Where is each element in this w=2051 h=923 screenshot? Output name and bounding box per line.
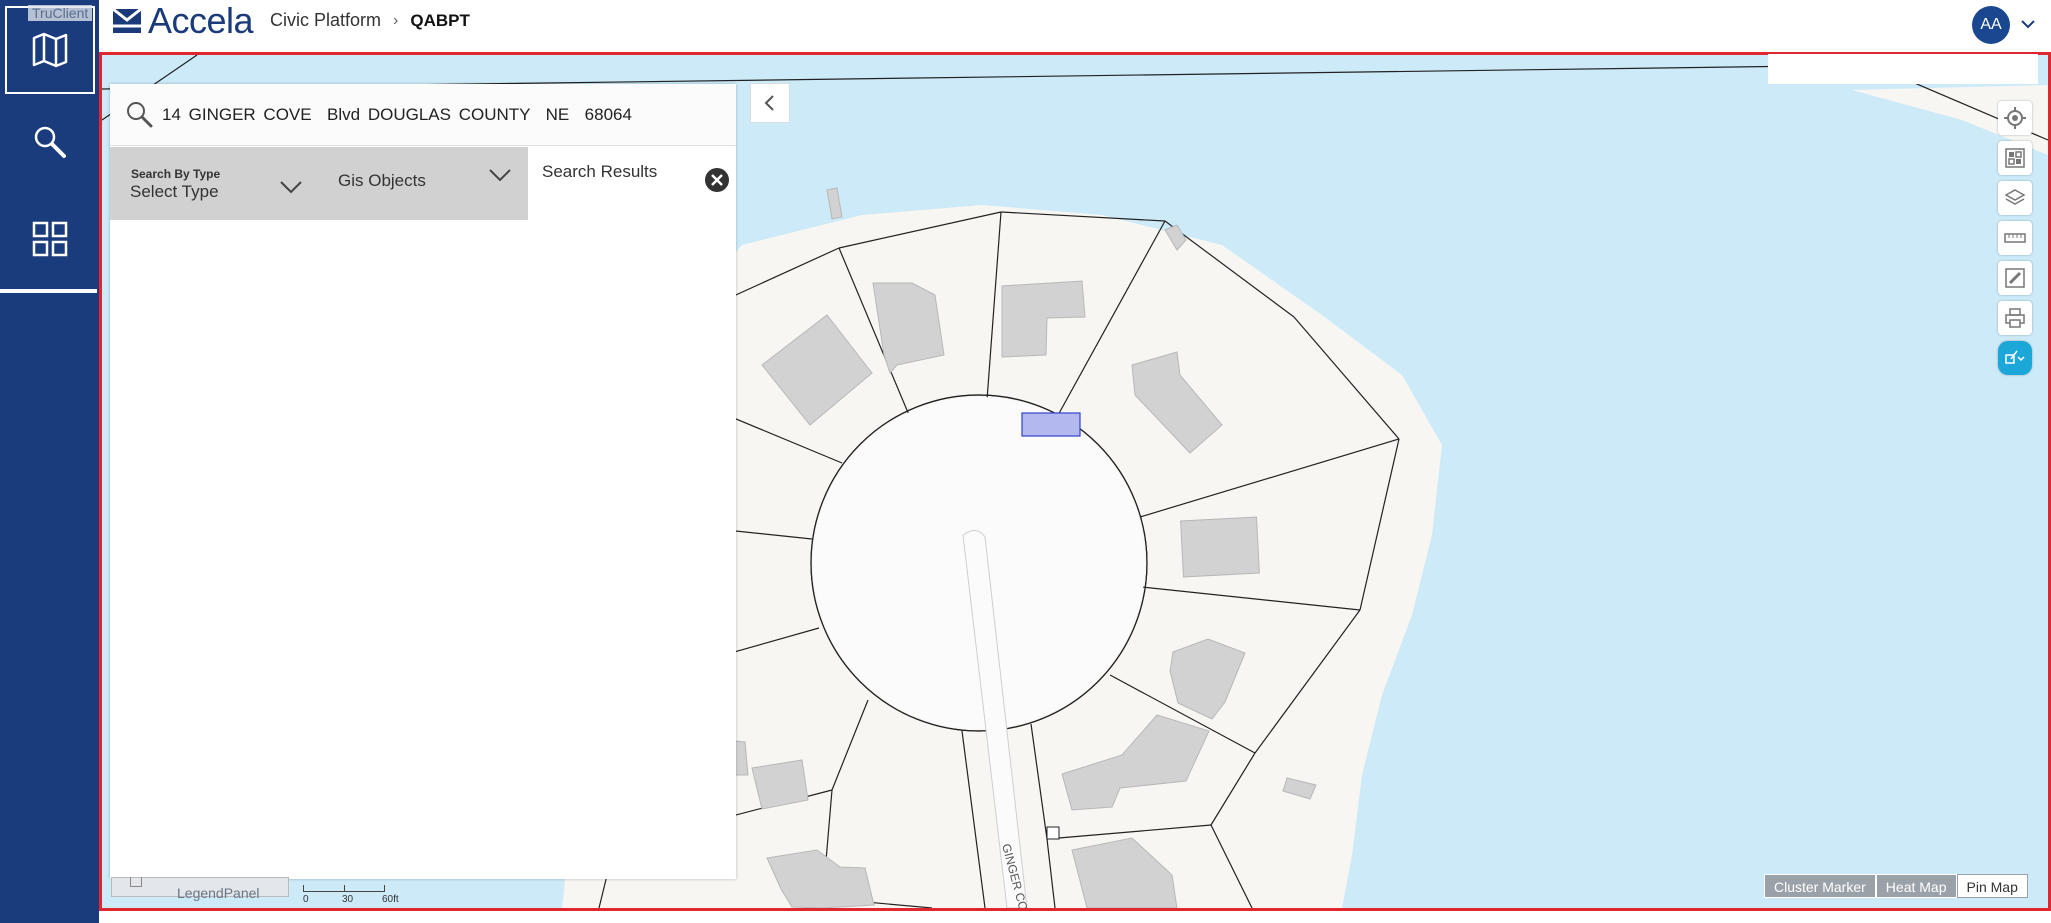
print-icon (2005, 308, 2025, 328)
chevron-down-icon (489, 169, 511, 182)
map-icon (32, 32, 68, 68)
map-tools-header (1768, 54, 2038, 84)
edit-button[interactable] (1998, 261, 2032, 295)
gis-tools-icon (2005, 350, 2025, 364)
breadcrumb-current: QABPT (410, 10, 470, 30)
edit-icon (2005, 268, 2025, 288)
legend-label: LegendPanel (177, 885, 260, 901)
gis-objects-value: Gis Objects (338, 171, 426, 190)
chevron-left-icon (764, 95, 774, 111)
map-mode-switcher: Cluster Marker Heat Map Pin Map (1764, 874, 2028, 898)
search-icon (34, 126, 66, 158)
search-panel: Search By Type Select Type Gis Objects S… (110, 84, 736, 879)
grid-icon (32, 221, 68, 257)
ruler-icon (2004, 233, 2026, 243)
breadcrumb-parent[interactable]: Civic Platform (270, 10, 381, 31)
collapse-panel-button[interactable] (750, 83, 790, 123)
select-grid-button[interactable] (1998, 141, 2032, 175)
highlighted-parcel[interactable] (1021, 412, 1081, 437)
chevron-down-icon[interactable] (2018, 14, 2038, 34)
gis-tools-button[interactable] (1998, 341, 2032, 375)
layers-icon (2004, 189, 2026, 205)
nav-apps-button[interactable] (5, 195, 95, 283)
measure-button[interactable] (1998, 221, 2032, 255)
target-icon (2004, 107, 2026, 129)
scale-label-zero: 0 (303, 894, 309, 905)
chevron-right-icon: › (393, 11, 399, 29)
layers-button[interactable] (1998, 181, 2032, 215)
address-search-input[interactable] (162, 98, 722, 132)
breadcrumb: Civic Platform › QABPT (270, 10, 470, 31)
truclient-overlay-label: TruClient (28, 5, 93, 21)
search-by-type-label: Search By Type (131, 167, 221, 181)
chevron-down-icon (280, 181, 302, 194)
heat-map-button[interactable]: Heat Map (1875, 874, 1957, 898)
search-results-title: Search Results (542, 162, 658, 181)
accela-logo[interactable]: Accela (112, 0, 254, 41)
nav-divider (0, 289, 97, 293)
legend-icon (130, 877, 142, 887)
search-bar (110, 84, 736, 146)
accela-logo-mark-icon (112, 7, 142, 33)
scale-bar-graphic (303, 885, 385, 892)
scale-label-end: 60ft (382, 894, 399, 905)
logo-text: Accela (148, 0, 254, 41)
left-nav (0, 0, 99, 923)
map-scale-bar: 0 30 60ft (303, 885, 413, 907)
nav-search-button[interactable] (5, 98, 95, 186)
scale-label-mid: 30 (342, 894, 354, 905)
app-header: Accela Civic Platform › QABPT AA (0, 0, 2051, 52)
close-icon[interactable] (704, 167, 730, 193)
search-icon[interactable] (124, 99, 154, 129)
search-filters: Search By Type Select Type Gis Objects (110, 147, 528, 220)
search-by-type-value: Select Type (130, 182, 219, 201)
select-grid-icon (2005, 148, 2025, 168)
pin-map-button[interactable]: Pin Map (1956, 874, 2028, 898)
cluster-marker-button[interactable]: Cluster Marker (1764, 874, 1876, 898)
user-avatar[interactable]: AA (1972, 6, 2010, 44)
legend-panel-toggle[interactable]: LegendPanel (111, 877, 289, 901)
locate-button[interactable] (1998, 101, 2032, 135)
print-button[interactable] (1998, 301, 2032, 335)
